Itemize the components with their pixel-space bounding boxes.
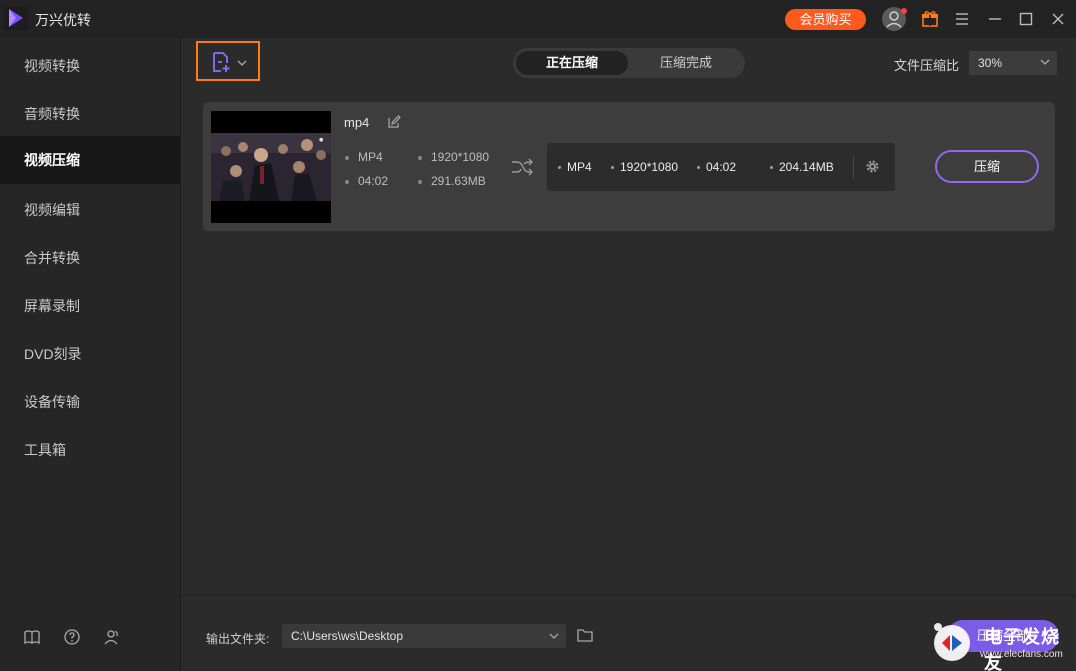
gear-icon[interactable]: [865, 159, 880, 174]
output-folder-label: 输出文件夹:: [206, 632, 270, 646]
file-name: mp4: [344, 115, 370, 130]
output-format: MP4: [558, 160, 592, 174]
app-window: 万兴优转 会员购买 视频转换 音频转换 视频压缩 视频编辑 合并转换 屏幕录制 …: [0, 0, 1076, 671]
output-resolution: 1920*1080: [611, 160, 678, 174]
sidebar-item-video-compress[interactable]: 视频压缩: [0, 136, 180, 184]
folder-icon[interactable]: [577, 628, 593, 642]
sidebar-item-toolbox[interactable]: 工具箱: [0, 426, 180, 474]
add-file-button[interactable]: [196, 41, 260, 81]
chevron-down-icon: [1040, 59, 1050, 65]
source-duration: 04:02: [345, 174, 388, 188]
watermark-url: www.elecfans.com: [980, 649, 1063, 660]
output-duration: 04:02: [697, 160, 736, 174]
watermark-logo-icon: [934, 623, 970, 661]
gift-icon[interactable]: [920, 9, 940, 29]
edit-icon[interactable]: [387, 115, 401, 129]
sidebar-item-screen-record[interactable]: 屏幕录制: [0, 282, 180, 330]
tab-completed[interactable]: 压缩完成: [631, 51, 741, 75]
output-size: 204.14MB: [770, 160, 834, 174]
output-path-select[interactable]: C:\Users\ws\Desktop: [282, 624, 566, 648]
chevron-down-icon: [237, 60, 247, 66]
source-format: MP4: [345, 150, 383, 164]
tab-compressing[interactable]: 正在压缩: [516, 51, 628, 75]
maximize-icon[interactable]: [1016, 9, 1036, 29]
output-path-value: C:\Users\ws\Desktop: [291, 629, 404, 643]
app-logo-icon: [4, 6, 28, 30]
help-icon[interactable]: [63, 628, 81, 646]
svg-text:●: ●: [319, 137, 324, 143]
compression-ratio-label: 文件压缩比: [894, 58, 960, 73]
sidebar-item-dvd-burn[interactable]: DVD刻录: [0, 330, 180, 378]
compression-ratio-select[interactable]: 30%: [969, 51, 1057, 75]
compression-ratio-value: 30%: [978, 56, 1003, 70]
title-bar: 万兴优转 会员购买: [0, 0, 1076, 38]
add-file-icon: [213, 52, 230, 72]
output-settings[interactable]: MP4 1920*1080 04:02 204.14MB: [547, 143, 895, 191]
notification-dot: [901, 8, 907, 14]
vip-purchase-button[interactable]: 会员购买: [785, 9, 866, 30]
compress-status-tabs: 正在压缩 压缩完成: [513, 48, 745, 78]
users-icon[interactable]: [103, 628, 121, 646]
book-icon[interactable]: [23, 628, 41, 646]
video-frame-image: ●: [211, 111, 331, 223]
divider: [853, 155, 854, 179]
sidebar-item-audio-convert[interactable]: 音频转换: [0, 90, 180, 138]
shuffle-arrow-icon: [512, 158, 533, 176]
sidebar: 视频转换 音频转换 视频压缩 视频编辑 合并转换 屏幕录制 DVD刻录 设备传输…: [0, 38, 181, 671]
menu-icon[interactable]: [952, 9, 972, 29]
source-resolution: 1920*1080: [418, 150, 489, 164]
video-thumbnail[interactable]: ●: [211, 111, 331, 223]
sidebar-item-video-edit[interactable]: 视频编辑: [0, 186, 180, 234]
source-size: 291.63MB: [418, 174, 486, 188]
watermark-title: 电子发烧友: [984, 627, 1060, 671]
chevron-down-icon: [549, 633, 559, 639]
file-card: ● mp4 MP4 1920*1080 04:02 291.63MB MP4 1…: [203, 102, 1055, 231]
app-title: 万兴优转: [35, 12, 91, 28]
sidebar-item-merge[interactable]: 合并转换: [0, 234, 180, 282]
close-icon[interactable]: [1048, 9, 1068, 29]
minimize-icon[interactable]: [985, 9, 1005, 29]
sidebar-item-video-convert[interactable]: 视频转换: [0, 42, 180, 90]
compress-button[interactable]: 压缩: [935, 150, 1039, 183]
sidebar-item-device-transfer[interactable]: 设备传输: [0, 378, 180, 426]
watermark: 电子发烧友 www.elecfans.com: [930, 617, 1076, 671]
